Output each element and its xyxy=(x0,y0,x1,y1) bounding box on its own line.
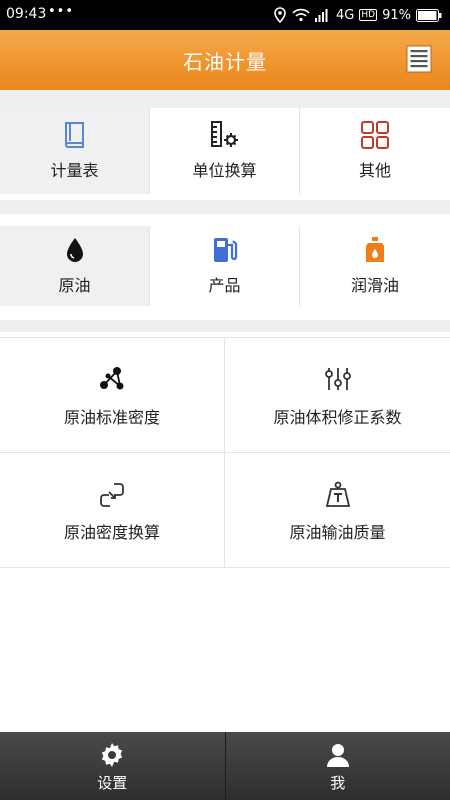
tab-label: 其他 xyxy=(358,161,391,180)
app-bar: 石油计量 xyxy=(0,30,450,90)
item-label: 原油标准密度 xyxy=(63,408,160,427)
item-crude-transport-quality[interactable]: 原油输油质量 xyxy=(225,453,450,567)
divider xyxy=(0,200,450,214)
nav-label: 设置 xyxy=(97,774,128,792)
network-type: 4G xyxy=(336,7,355,23)
nav-settings[interactable]: 设置 xyxy=(0,732,226,800)
item-label: 原油密度换算 xyxy=(63,523,160,542)
tab-unit-conversion[interactable]: 单位换算 xyxy=(150,108,300,194)
status-bar: 09:43 ••• 4G HD 91% xyxy=(0,0,450,30)
battery-percent: 91% xyxy=(382,7,411,23)
tab-lubricant[interactable]: 润滑油 xyxy=(300,226,450,306)
ruler-gear-icon xyxy=(150,120,299,150)
tab-label: 原油 xyxy=(58,276,91,295)
tab-label: 计量表 xyxy=(50,161,99,180)
product-tabs: 原油 产品 润滑油 xyxy=(0,226,450,306)
grid-icon xyxy=(300,120,450,150)
tab-label: 单位换算 xyxy=(192,161,257,180)
tab-label: 润滑油 xyxy=(350,276,399,295)
bottom-nav: 设置 我 xyxy=(0,732,450,800)
tab-label: 产品 xyxy=(208,276,241,295)
item-crude-standard-density[interactable]: 原油标准密度 xyxy=(0,338,225,452)
divider xyxy=(0,320,450,332)
tab-product[interactable]: 产品 xyxy=(150,226,300,306)
gear-icon xyxy=(0,742,225,768)
location-icon xyxy=(273,7,287,23)
book-icon xyxy=(0,120,149,150)
oil-drop-icon xyxy=(0,236,149,264)
item-label: 原油输油质量 xyxy=(289,523,386,542)
nav-label: 我 xyxy=(330,774,346,792)
weight-icon xyxy=(225,481,450,509)
notification-dots: ••• xyxy=(48,4,75,19)
oil-can-icon xyxy=(300,236,450,264)
function-grid: 原油标准密度 原油体积修正系数 原油密度换算 原油输油质量 xyxy=(0,337,450,568)
status-time: 09:43 xyxy=(6,6,47,22)
page-title: 石油计量 xyxy=(183,50,267,74)
divider xyxy=(0,90,450,108)
grid-row: 原油标准密度 原油体积修正系数 xyxy=(0,337,450,453)
user-icon xyxy=(226,742,450,768)
hd-badge: HD xyxy=(359,9,378,21)
status-icons: 4G HD 91% xyxy=(273,5,442,25)
grid-row: 原油密度换算 原油输油质量 xyxy=(0,452,450,568)
item-crude-volume-correction[interactable]: 原油体积修正系数 xyxy=(225,338,450,452)
wifi-icon xyxy=(292,8,310,22)
nav-me[interactable]: 我 xyxy=(226,732,450,800)
tab-other[interactable]: 其他 xyxy=(300,108,450,194)
signal-icon xyxy=(315,8,331,22)
item-label: 原油体积修正系数 xyxy=(273,408,402,427)
item-crude-density-conversion[interactable]: 原油密度换算 xyxy=(0,453,225,567)
convert-icon xyxy=(0,481,224,509)
battery-icon xyxy=(416,8,442,22)
tab-crude-oil[interactable]: 原油 xyxy=(0,226,150,306)
fuel-pump-icon xyxy=(150,236,299,264)
molecule-icon xyxy=(0,366,224,392)
list-icon[interactable] xyxy=(406,45,432,73)
tab-meter-table[interactable]: 计量表 xyxy=(0,108,150,194)
sliders-icon xyxy=(225,366,450,392)
category-tabs: 计量表 单位换算 其他 xyxy=(0,108,450,194)
